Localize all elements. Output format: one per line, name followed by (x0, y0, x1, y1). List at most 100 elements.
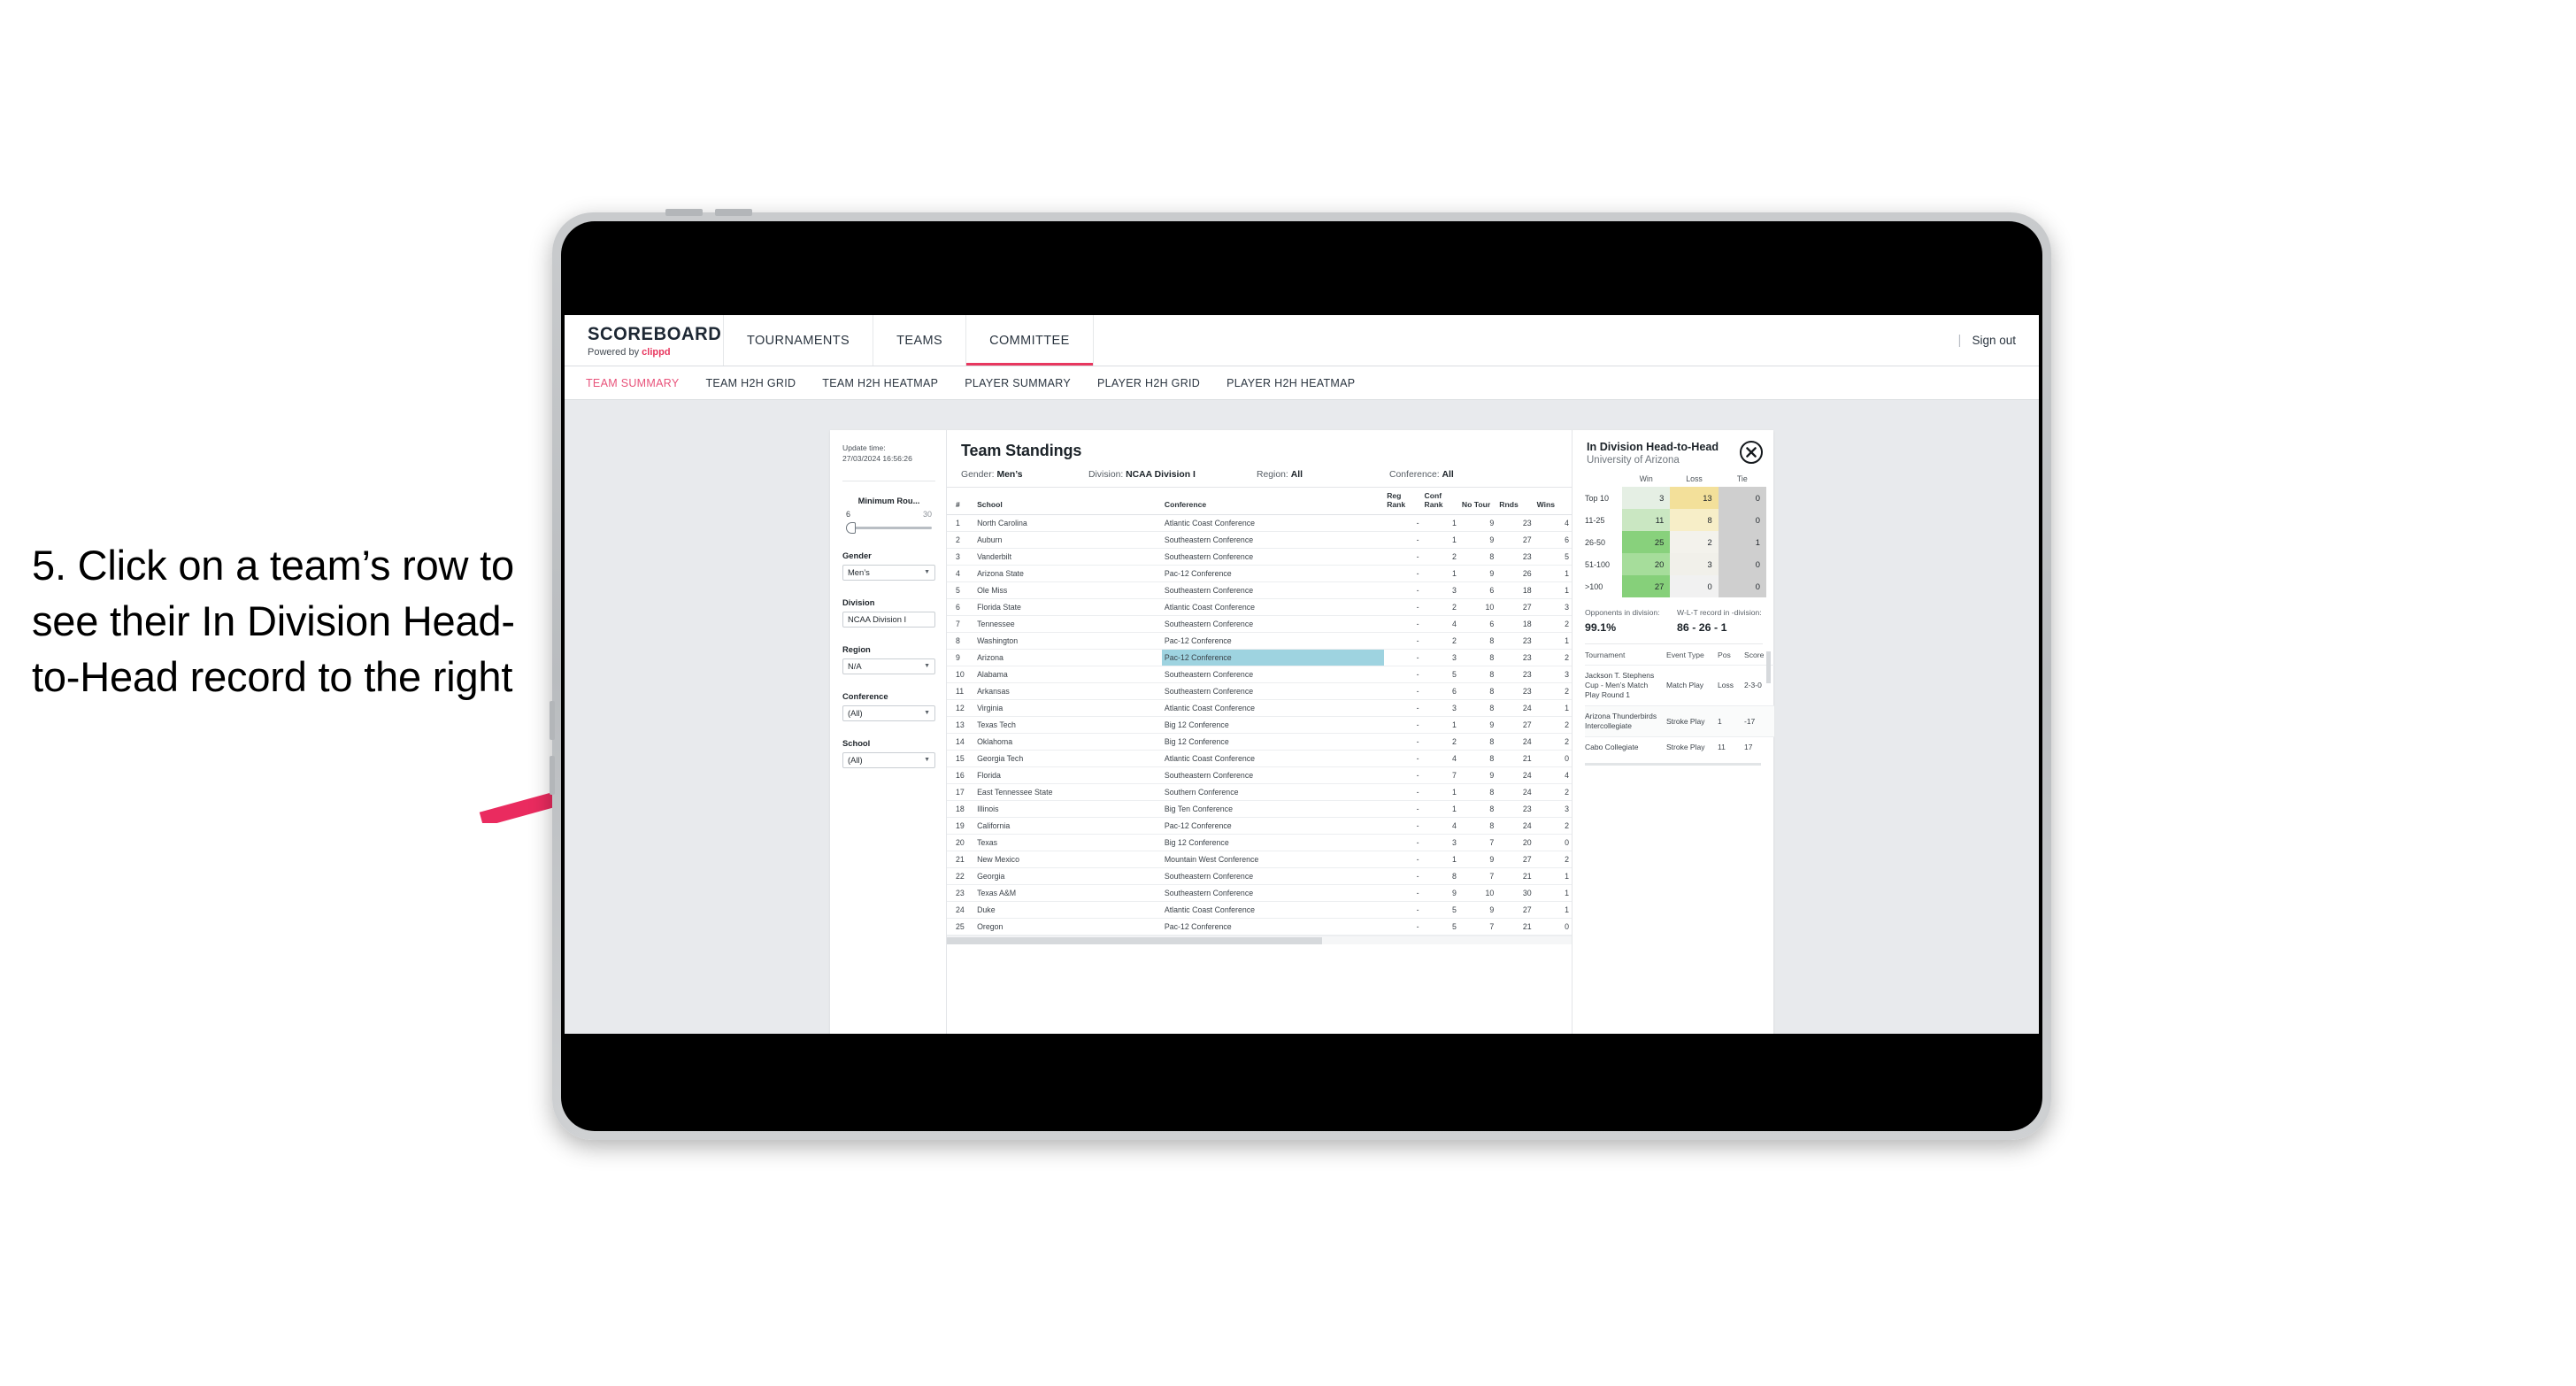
conference-select[interactable]: (All) ▼ (842, 705, 935, 721)
table-row[interactable]: 10 Alabama Southeastern Conference -5 8 23 3 (947, 666, 1572, 684)
list-item[interactable]: Cabo Collegiate Stroke Play 11 17 (1585, 736, 1774, 758)
tourn-type: Match Play (1666, 664, 1718, 706)
table-row[interactable]: 24 Duke Atlantic Coast Conference -5 9 27 1 (947, 901, 1572, 920)
row-rnds: 23 (1496, 800, 1534, 819)
table-row[interactable]: 7 Tennessee Southeastern Conference -4 6 18 2 (947, 615, 1572, 634)
tournament-tbody: Jackson T. Stephens Cup - Men’s Match Pl… (1585, 664, 1774, 758)
tab-player-summary[interactable]: PLAYER SUMMARY (965, 377, 1071, 389)
table-row[interactable]: 22 Georgia Southeastern Conference -8 7 21 1 (947, 867, 1572, 886)
table-row[interactable]: 6 Florida State Atlantic Coast Conference -… (947, 598, 1572, 617)
table-row[interactable]: 5 Ole Miss Southeastern Conference -3 6 18 1 (947, 581, 1572, 600)
row-conference: Pac-12 Conference (1161, 565, 1385, 583)
brand-logo[interactable]: SCOREBOARD Powered by clippd (565, 315, 724, 366)
row-rank: 19 (947, 817, 975, 835)
region-select[interactable]: N/A ▼ (842, 658, 935, 674)
row-wins: 1 (1534, 884, 1572, 903)
row-rank: 20 (947, 834, 975, 852)
col-header-reg-rank[interactable]: Reg Rank (1384, 488, 1422, 516)
table-row[interactable]: 23 Texas A&M Southeastern Conference -9 10 30… (947, 884, 1572, 903)
table-row[interactable]: 16 Florida Southeastern Conference -7 9 24 4 (947, 766, 1572, 785)
col-header-conf-rank[interactable]: Conf Rank (1421, 488, 1459, 516)
table-row[interactable]: 19 California Pac-12 Conference -4 8 24 2 (947, 817, 1572, 835)
table-row[interactable]: 4 Arizona State Pac-12 Conference -1 9 26 1 (947, 565, 1572, 583)
row-no-tour: 8 (1458, 800, 1497, 819)
scrollbar-thumb[interactable] (947, 937, 1322, 945)
col-header-school[interactable]: School (974, 488, 1162, 516)
row-conf-rank: 1 (1421, 716, 1459, 735)
row-conference: Atlantic Coast Conference (1161, 514, 1385, 533)
gender-value: Men’s (848, 567, 870, 578)
col-header-rnds[interactable]: Rnds (1496, 488, 1534, 516)
h2h-cell-tie: 0 (1718, 509, 1766, 531)
table-row[interactable]: 2 Auburn Southeastern Conference -1 9 27 6 (947, 531, 1572, 550)
row-conference: Southern Conference (1161, 783, 1385, 802)
row-school: North Carolina (974, 514, 1162, 533)
row-conf-rank: 5 (1421, 666, 1459, 684)
row-no-tour: 9 (1458, 565, 1497, 583)
row-no-tour: 8 (1458, 699, 1497, 718)
table-row[interactable]: 1 North Carolina Atlantic Coast Conference… (947, 514, 1572, 533)
col-header-rank[interactable]: # (947, 488, 975, 516)
table-row[interactable]: 20 Texas Big 12 Conference -3 7 20 0 (947, 834, 1572, 852)
table-row[interactable]: 11 Arkansas Southeastern Conference -6 8 23 2 (947, 682, 1572, 701)
table-row[interactable]: 25 Oregon Pac-12 Conference -5 7 21 0 (947, 918, 1572, 936)
standings-horizontal-scrollbar[interactable] (947, 936, 1572, 945)
tournament-horizontal-scrollbar[interactable] (1585, 763, 1761, 766)
col-header-conference[interactable]: Conference (1161, 488, 1385, 516)
row-wins: 3 (1534, 598, 1572, 617)
list-item[interactable]: Jackson T. Stephens Cup - Men’s Match Pl… (1585, 664, 1774, 706)
table-row[interactable]: 15 Georgia Tech Atlantic Coast Conference -… (947, 750, 1572, 768)
h2h-matrix-row: 11-25 11 8 0 (1583, 509, 1766, 531)
h2h-cell-loss: 0 (1670, 575, 1719, 597)
row-reg-rank: - (1384, 615, 1422, 634)
tab-player-h2h-grid[interactable]: PLAYER H2H GRID (1097, 377, 1200, 389)
tab-team-h2h-heatmap[interactable]: TEAM H2H HEATMAP (822, 377, 938, 389)
row-reg-rank: - (1384, 800, 1422, 819)
min-rounds-slider[interactable] (842, 521, 935, 534)
table-row[interactable]: 17 East Tennessee State Southern Conferenc… (947, 783, 1572, 802)
table-row[interactable]: 12 Virginia Atlantic Coast Conference -3 8 24… (947, 699, 1572, 718)
row-school: Arkansas (974, 682, 1162, 701)
table-row[interactable]: 9 Arizona Pac-12 Conference -3 8 23 2 (947, 649, 1572, 667)
row-conf-rank: 4 (1421, 817, 1459, 835)
standings-meta: Gender: Men’s Division: NCAA Division I (961, 470, 1572, 480)
table-row[interactable]: 8 Washington Pac-12 Conference -2 8 23 1 (947, 632, 1572, 651)
row-no-tour: 6 (1458, 615, 1497, 634)
nav-teams[interactable]: TEAMS (873, 315, 967, 366)
sign-out-link[interactable]: Sign out (1972, 334, 2016, 347)
slider-handle[interactable] (846, 521, 856, 534)
close-panel-button[interactable] (1740, 441, 1763, 464)
col-header-wins[interactable]: Wins (1534, 488, 1572, 516)
filter-region: Region N/A ▼ (842, 644, 935, 674)
tab-team-summary[interactable]: TEAM SUMMARY (586, 377, 679, 389)
tourn-score: -17 (1744, 705, 1774, 737)
tab-team-h2h-grid[interactable]: TEAM H2H GRID (705, 377, 796, 389)
nav-committee[interactable]: COMMITTEE (966, 315, 1094, 366)
row-conference: Big 12 Conference (1161, 834, 1385, 852)
tournament-vertical-scrollbar[interactable] (1766, 651, 1771, 683)
tab-player-h2h-heatmap[interactable]: PLAYER H2H HEATMAP (1226, 377, 1355, 389)
table-row[interactable]: 18 Illinois Big Ten Conference -1 8 23 3 (947, 800, 1572, 819)
row-reg-rank: - (1384, 867, 1422, 886)
table-row[interactable]: 3 Vanderbilt Southeastern Conference -2 8 23 5 (947, 548, 1572, 566)
row-wins: 5 (1534, 548, 1572, 566)
table-row[interactable]: 14 Oklahoma Big 12 Conference -2 8 24 2 (947, 733, 1572, 751)
table-row[interactable]: 13 Texas Tech Big 12 Conference -1 9 27 2 (947, 716, 1572, 735)
meta-conference-value: All (1442, 470, 1454, 480)
row-rnds: 20 (1496, 834, 1534, 852)
list-item[interactable]: Arizona Thunderbirds Intercollegiate Stro… (1585, 705, 1774, 737)
row-conference: Southeastern Conference (1161, 884, 1385, 903)
h2h-row-label: Top 10 (1583, 487, 1622, 509)
row-no-tour: 7 (1458, 834, 1497, 852)
col-header-no-tour[interactable]: No Tour (1458, 488, 1497, 516)
division-select[interactable]: NCAA Division I (842, 611, 935, 628)
school-select[interactable]: (All) ▼ (842, 751, 935, 768)
table-row[interactable]: 21 New Mexico Mountain West Conference -1 9 2… (947, 851, 1572, 869)
h2h-cell-win: 11 (1622, 509, 1671, 531)
h2h-cell-win: 25 (1622, 531, 1671, 553)
nav-tournaments[interactable]: TOURNAMENTS (724, 315, 874, 366)
row-rank: 11 (947, 682, 975, 701)
row-reg-rank: - (1384, 783, 1422, 802)
gender-select[interactable]: Men’s ▼ (842, 564, 935, 581)
tourn-type: Stroke Play (1666, 705, 1718, 737)
